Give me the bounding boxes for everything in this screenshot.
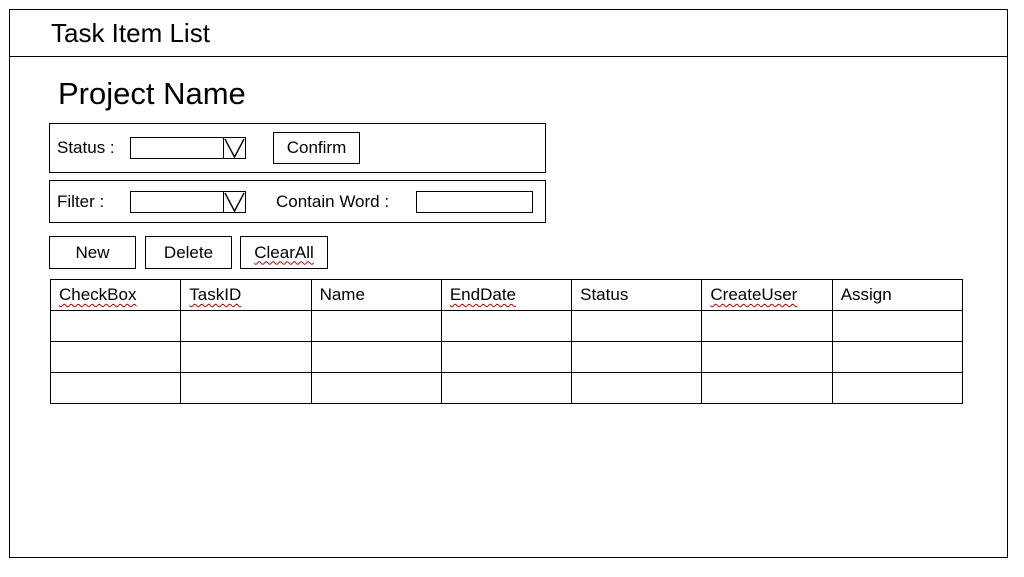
table-cell[interactable] xyxy=(180,372,312,404)
table-header-row: CheckBox TaskID Name EndDate Status Crea… xyxy=(49,279,964,311)
clear-all-button[interactable]: ClearAll xyxy=(240,236,328,269)
table-cell[interactable] xyxy=(571,341,703,373)
table-cell[interactable] xyxy=(440,310,573,342)
table-cell[interactable] xyxy=(701,310,833,342)
contain-word-input[interactable] xyxy=(416,191,533,213)
column-header-taskid[interactable]: TaskID xyxy=(180,279,312,311)
delete-button[interactable]: Delete xyxy=(145,236,232,269)
dropdown-arrow-icon[interactable] xyxy=(223,138,245,158)
status-label: Status : xyxy=(57,138,115,157)
column-header-createuser[interactable]: CreateUser xyxy=(701,279,833,311)
filter-label: Filter : xyxy=(57,192,105,211)
column-header-checkbox[interactable]: CheckBox xyxy=(49,279,182,311)
contain-word-label: Contain Word : xyxy=(276,192,390,211)
title-bar: Task Item List xyxy=(10,10,1007,57)
table-cell[interactable] xyxy=(310,310,442,342)
table-cell[interactable] xyxy=(310,372,442,404)
table-cell[interactable] xyxy=(440,372,573,404)
table-cell[interactable] xyxy=(571,310,703,342)
table-cell[interactable] xyxy=(701,372,833,404)
table-row[interactable] xyxy=(49,341,964,373)
confirm-button[interactable]: Confirm xyxy=(273,132,360,164)
new-button[interactable]: New xyxy=(49,236,136,269)
table-cell[interactable] xyxy=(701,341,833,373)
column-header-enddate[interactable]: EndDate xyxy=(440,279,573,311)
table-cell[interactable] xyxy=(440,341,573,373)
task-table: CheckBox TaskID Name EndDate Status Crea… xyxy=(49,279,964,404)
table-cell[interactable] xyxy=(180,310,312,342)
table-cell[interactable] xyxy=(49,341,182,373)
table-cell[interactable] xyxy=(49,372,182,404)
column-header-status[interactable]: Status xyxy=(571,279,703,311)
table-cell[interactable] xyxy=(49,310,182,342)
table-row[interactable] xyxy=(49,310,964,342)
window-title: Task Item List xyxy=(51,18,210,48)
table-cell[interactable] xyxy=(831,310,964,342)
column-header-name[interactable]: Name xyxy=(310,279,442,311)
column-header-assign[interactable]: Assign xyxy=(831,279,964,311)
filter-panel: Filter : Contain Word : xyxy=(49,180,546,223)
status-select[interactable] xyxy=(130,137,246,159)
table-row[interactable] xyxy=(49,372,964,404)
table-cell[interactable] xyxy=(571,372,703,404)
task-item-list-window: Task Item List Project Name Status : Con… xyxy=(9,9,1008,558)
table-cell[interactable] xyxy=(831,372,964,404)
table-cell[interactable] xyxy=(831,341,964,373)
dropdown-arrow-icon[interactable] xyxy=(223,192,245,212)
table-cell[interactable] xyxy=(310,341,442,373)
project-name-heading: Project Name xyxy=(58,76,246,111)
table-cell[interactable] xyxy=(180,341,312,373)
status-panel: Status : Confirm xyxy=(49,123,546,173)
filter-select[interactable] xyxy=(130,191,246,213)
